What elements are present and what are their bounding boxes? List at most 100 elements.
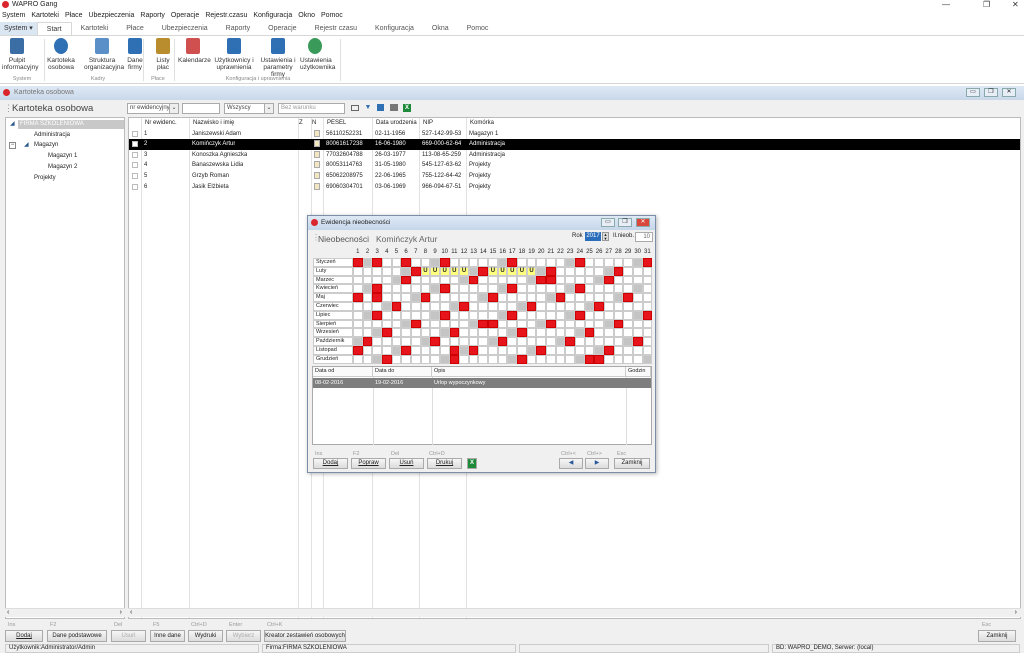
day-cell[interactable] xyxy=(574,275,585,285)
day-cell[interactable] xyxy=(613,328,624,338)
day-cell[interactable] xyxy=(468,319,479,329)
day-cell[interactable] xyxy=(565,258,575,267)
day-cell[interactable] xyxy=(391,337,402,346)
day-cell[interactable] xyxy=(362,302,373,311)
day-cell[interactable] xyxy=(362,354,373,364)
day-cell[interactable] xyxy=(546,328,556,338)
day-cell[interactable] xyxy=(603,328,614,338)
day-cell[interactable] xyxy=(594,275,604,285)
day-cell[interactable] xyxy=(603,284,614,294)
day-cell[interactable] xyxy=(381,310,392,320)
day-cell[interactable] xyxy=(381,337,392,346)
day-cell[interactable] xyxy=(430,275,440,285)
day-cell[interactable] xyxy=(574,328,585,338)
day-cell[interactable] xyxy=(391,275,402,285)
next-arrow-icon[interactable]: ▶ xyxy=(585,458,609,469)
sort-select[interactable]: nr ewidencyjny ⌄ xyxy=(127,103,179,114)
action-button-3[interactable]: Inne dane xyxy=(150,630,185,642)
day-cell[interactable] xyxy=(642,275,653,285)
day-cell[interactable] xyxy=(353,302,363,311)
day-cell[interactable] xyxy=(420,319,431,329)
day-cell[interactable] xyxy=(574,293,585,302)
day-cell[interactable] xyxy=(623,354,633,364)
day-cell[interactable] xyxy=(613,284,624,294)
day-cell[interactable] xyxy=(603,319,614,329)
tab-5[interactable]: Raporty xyxy=(217,22,260,35)
day-cell[interactable] xyxy=(584,319,595,329)
day-cell[interactable] xyxy=(362,346,373,355)
day-cell[interactable] xyxy=(584,266,595,276)
day-cell[interactable] xyxy=(497,302,508,311)
day-cell[interactable] xyxy=(555,266,566,276)
day-cell[interactable] xyxy=(391,328,402,338)
day-cell[interactable] xyxy=(507,284,518,294)
day-cell[interactable] xyxy=(555,275,566,285)
day-cell[interactable] xyxy=(459,310,469,320)
day-cell[interactable] xyxy=(430,337,440,346)
list-header-3[interactable]: Godzin xyxy=(626,367,651,377)
day-cell[interactable] xyxy=(430,319,440,329)
day-cell[interactable] xyxy=(439,284,450,294)
day-cell[interactable] xyxy=(449,293,460,302)
day-cell[interactable] xyxy=(536,275,547,285)
day-cell[interactable] xyxy=(353,337,363,346)
day-cell[interactable] xyxy=(584,302,595,311)
day-cell[interactable] xyxy=(353,310,363,320)
tree-node[interactable]: Magazyn 2 xyxy=(48,163,77,172)
day-cell[interactable] xyxy=(536,310,547,320)
day-cell[interactable] xyxy=(632,293,643,302)
day-cell[interactable] xyxy=(401,328,411,338)
grid-scrollbar[interactable]: ‹ › xyxy=(128,608,1021,617)
day-cell[interactable] xyxy=(381,346,392,355)
dialog-close-icon[interactable]: ✕ xyxy=(636,218,650,227)
day-cell[interactable] xyxy=(439,275,450,285)
day-cell[interactable] xyxy=(488,258,498,267)
day-cell[interactable] xyxy=(449,354,460,364)
day-cell[interactable] xyxy=(420,337,431,346)
day-cell[interactable] xyxy=(459,284,469,294)
day-cell[interactable] xyxy=(594,310,604,320)
day-cell[interactable] xyxy=(410,293,421,302)
day-cell[interactable] xyxy=(565,337,575,346)
day-cell[interactable] xyxy=(391,319,402,329)
day-cell[interactable] xyxy=(546,337,556,346)
tab-9[interactable]: Okna xyxy=(423,22,458,35)
day-cell[interactable] xyxy=(574,319,585,329)
day-cell[interactable] xyxy=(603,275,614,285)
excel-icon[interactable]: X xyxy=(467,458,477,469)
day-cell[interactable] xyxy=(594,293,604,302)
action-button-6[interactable]: Kreator zestawień osobowych xyxy=(264,630,346,642)
day-cell[interactable] xyxy=(565,266,575,276)
day-cell[interactable] xyxy=(574,258,585,267)
dialog-button-2[interactable]: Usuń xyxy=(389,458,424,469)
day-cell[interactable] xyxy=(353,284,363,294)
ribbon-button-0[interactable]: Pulpit informacyjny xyxy=(2,38,38,71)
day-cell[interactable]: U xyxy=(459,266,469,276)
day-cell[interactable] xyxy=(353,346,363,355)
day-cell[interactable] xyxy=(430,302,440,311)
filter-icon[interactable]: ▼ xyxy=(364,104,372,112)
day-cell[interactable] xyxy=(353,328,363,338)
day-cell[interactable] xyxy=(526,293,537,302)
day-cell[interactable] xyxy=(391,302,402,311)
day-cell[interactable] xyxy=(517,328,527,338)
day-cell[interactable] xyxy=(623,302,633,311)
menu-item[interactable]: Płace xyxy=(65,10,83,21)
day-cell[interactable] xyxy=(584,284,595,294)
day-cell[interactable] xyxy=(526,328,537,338)
day-cell[interactable] xyxy=(449,319,460,329)
day-cell[interactable] xyxy=(517,275,527,285)
list-row[interactable]: 08-02-2016 19-02-2016 Urlop wypoczynkowy xyxy=(313,378,651,388)
day-cell[interactable] xyxy=(632,337,643,346)
action-button-2[interactable]: Usuń xyxy=(111,630,146,642)
day-cell[interactable] xyxy=(410,337,421,346)
day-cell[interactable] xyxy=(555,328,566,338)
dialog-minimize-icon[interactable]: ▭ xyxy=(601,218,615,227)
day-cell[interactable] xyxy=(642,284,653,294)
day-cell[interactable] xyxy=(401,275,411,285)
scroll-right-icon[interactable]: › xyxy=(1015,609,1017,617)
day-cell[interactable] xyxy=(546,319,556,329)
day-cell[interactable] xyxy=(526,302,537,311)
year-input[interactable]: 2017 xyxy=(585,232,601,241)
menu-item[interactable]: Operacje xyxy=(171,10,199,21)
